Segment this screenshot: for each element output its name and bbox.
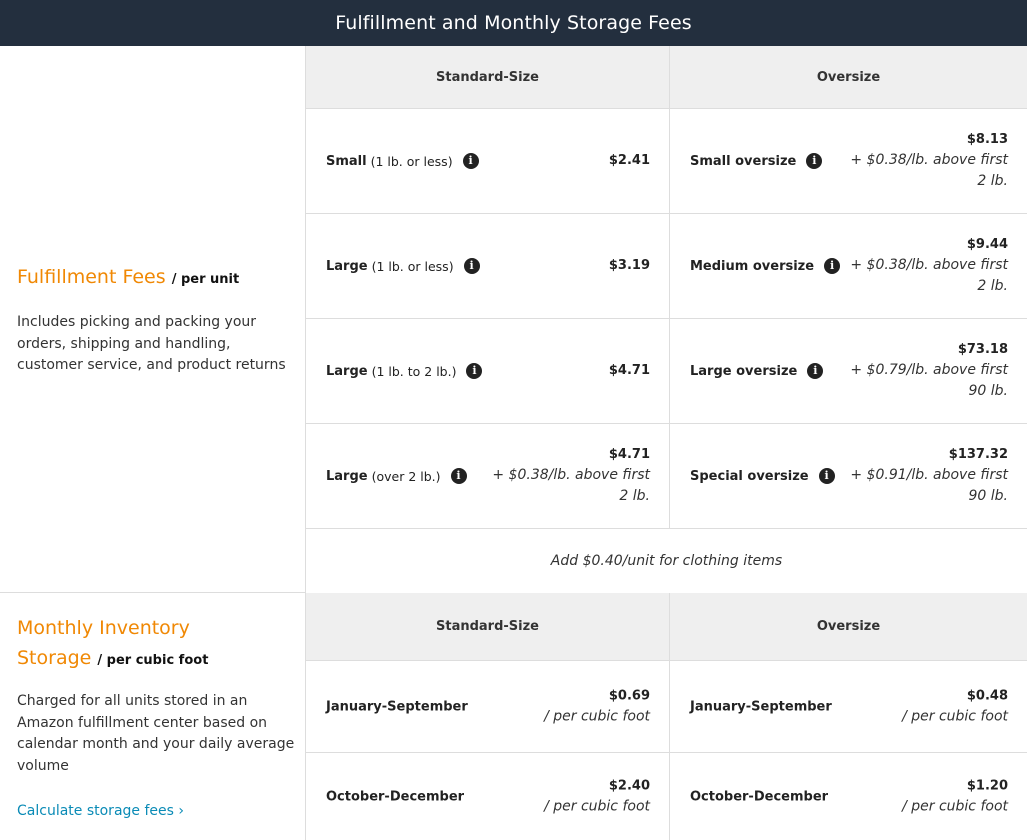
storage-std-cell: October-December $2.40 / per cubic foot [306,753,669,840]
fulfillment-ov-cell: Small oversize i $8.13 + $0.38/lb. above fi… [669,109,1027,214]
fulfillment-ov-price-amount: $8.13 [966,132,1008,147]
storage-ov-price: $0.48 / per cubic foot [902,686,1008,727]
fulfillment-ov-cell: Special oversize i $137.32 + $0.91/lb. abov… [669,424,1027,529]
storage-header-standard: Standard-Size [306,593,669,661]
storage-ov-price-amount: $1.20 [966,778,1008,793]
fulfillment-description: Includes picking and packing your orders… [17,314,286,373]
storage-panel: Monthly Inventory Storage / per cubic fo… [0,592,306,840]
size-name: Large [326,258,368,274]
clothing-note: Add $0.40/unit for clothing items [550,553,783,569]
storage-std-price: $0.69 / per cubic foot [544,686,650,727]
fulfillment-std-label: Large (1 lb. or less) i [326,258,480,274]
storage-ov-cell: January-September $0.48 / per cubic foot [669,661,1027,753]
storage-period-label: October-December [326,789,465,804]
fulfillment-std-cell: Small (1 lb. or less) i $2.41 [306,109,669,214]
size-name: Large [326,363,368,379]
fulfillment-ov-price: $9.44 + $0.38/lb. above first 2 lb. [843,235,1008,297]
info-icon[interactable]: i [466,363,483,379]
fulfillment-std-price: $2.41 [609,151,650,171]
size-name: Large [326,468,368,484]
fulfillment-std-price-amount: $4.71 [608,447,650,462]
storage-std-price-extra: / per cubic foot [544,798,650,814]
info-icon[interactable]: i [824,258,841,274]
storage-period-label: January-September [690,699,832,714]
calculate-storage-link[interactable]: Calculate storage fees › [17,803,184,819]
storage-ov-price-extra: / per cubic foot [902,798,1008,814]
info-icon[interactable]: i [818,468,835,484]
fulfillment-std-price: $4.71 [609,361,650,381]
oversize-name: Medium oversize [690,258,815,274]
fulfillment-title: Fulfillment Fees / per unit [17,262,239,295]
page-title: Fulfillment and Monthly Storage Fees [0,0,1027,46]
fulfillment-std-price-amount: $4.71 [608,363,650,378]
size-qualifier: (over 2 lb.) [371,468,441,484]
fulfillment-ov-price-amount: $9.44 [966,237,1008,252]
oversize-name: Special oversize [690,468,809,484]
fulfillment-std-cell: Large (1 lb. or less) i $3.19 [306,214,669,319]
info-icon[interactable]: i [462,153,479,169]
oversize-name: Large oversize [690,363,798,379]
fulfillment-ov-cell: Medium oversize i $9.44 + $0.38/lb. above f… [669,214,1027,319]
info-icon[interactable]: i [463,258,480,274]
storage-std-cell: January-September $0.69 / per cubic foot [306,661,669,753]
storage-std-price-amount: $0.69 [608,688,650,703]
fulfillment-std-price-amount: $2.41 [608,153,650,168]
fulfillment-header-standard: Standard-Size [306,46,669,109]
fulfillment-ov-price-amount: $73.18 [957,342,1008,357]
fulfillment-ov-price: $73.18 + $0.79/lb. above first 90 lb. [843,340,1008,402]
info-icon[interactable]: i [806,153,823,169]
fulfillment-ov-price: $137.32 + $0.91/lb. above first 90 lb. [843,445,1008,507]
info-icon[interactable]: i [450,468,467,484]
fulfillment-std-price: $3.19 [609,256,650,276]
storage-title: Monthly Inventory Storage / per cubic fo… [17,613,208,676]
fulfillment-std-cell: Large (1 lb. to 2 lb.) i $4.71 [306,319,669,424]
storage-std-price-amount: $2.40 [608,778,650,793]
fulfillment-header-oversize: Oversize [669,46,1027,109]
fulfillment-ov-price-extra: + $0.38/lb. above first 2 lb. [850,257,1008,294]
fulfillment-ov-label: Small oversize i [690,153,823,169]
fulfillment-title-text: Fulfillment Fees [17,266,166,288]
storage-title-line1: Monthly Inventory [17,617,190,639]
fulfillment-ov-price-amount: $137.32 [948,447,1008,462]
storage-title-line2: Storage [17,647,92,669]
storage-description: Charged for all units stored in an Amazo… [17,693,295,774]
storage-std-price: $2.40 / per cubic foot [544,776,650,817]
storage-std-price-extra: / per cubic foot [544,708,650,724]
fulfillment-ov-price: $8.13 + $0.38/lb. above first 2 lb. [843,130,1008,192]
storage-ov-price-amount: $0.48 [966,688,1008,703]
storage-unit: / per cubic foot [97,653,209,668]
fulfillment-panel: Fulfillment Fees / per unit Includes pic… [0,46,306,592]
fulfillment-ov-price-extra: + $0.91/lb. above first 90 lb. [850,467,1008,504]
fulfillment-unit: / per unit [171,272,240,287]
fulfillment-ov-label: Special oversize i [690,468,835,484]
size-qualifier: (1 lb. or less) [371,258,454,274]
size-qualifier: (1 lb. or less) [370,153,453,169]
fulfillment-std-price: $4.71 + $0.38/lb. above first 2 lb. [480,445,650,507]
storage-ov-price: $1.20 / per cubic foot [902,776,1008,817]
size-name: Small [326,153,367,169]
storage-header-oversize: Oversize [669,593,1027,661]
fulfillment-ov-price-extra: + $0.38/lb. above first 2 lb. [850,152,1008,189]
storage-ov-price-extra: / per cubic foot [902,708,1008,724]
fulfillment-ov-label: Large oversize i [690,363,824,379]
fulfillment-ov-price-extra: + $0.79/lb. above first 90 lb. [850,362,1008,399]
fulfillment-std-cell: Large (over 2 lb.) i $4.71 + $0.38/lb. above… [306,424,669,529]
fulfillment-ov-cell: Large oversize i $73.18 + $0.79/lb. above f… [669,319,1027,424]
storage-period-label: October-December [690,789,829,804]
fulfillment-ov-label: Medium oversize i [690,258,841,274]
fulfillment-std-label: Large (over 2 lb.) i [326,468,467,484]
storage-ov-cell: October-December $1.20 / per cubic foot [669,753,1027,840]
fulfillment-std-label: Large (1 lb. to 2 lb.) i [326,363,483,379]
size-qualifier: (1 lb. to 2 lb.) [371,363,457,379]
fulfillment-std-price-extra: + $0.38/lb. above first 2 lb. [492,467,650,504]
storage-period-label: January-September [326,699,468,714]
oversize-name: Small oversize [690,153,797,169]
fulfillment-std-price-amount: $3.19 [608,258,650,273]
info-icon[interactable]: i [807,363,824,379]
fees-page: Fulfillment and Monthly Storage Fees Ful… [0,0,1027,840]
fulfillment-std-label: Small (1 lb. or less) i [326,153,479,169]
